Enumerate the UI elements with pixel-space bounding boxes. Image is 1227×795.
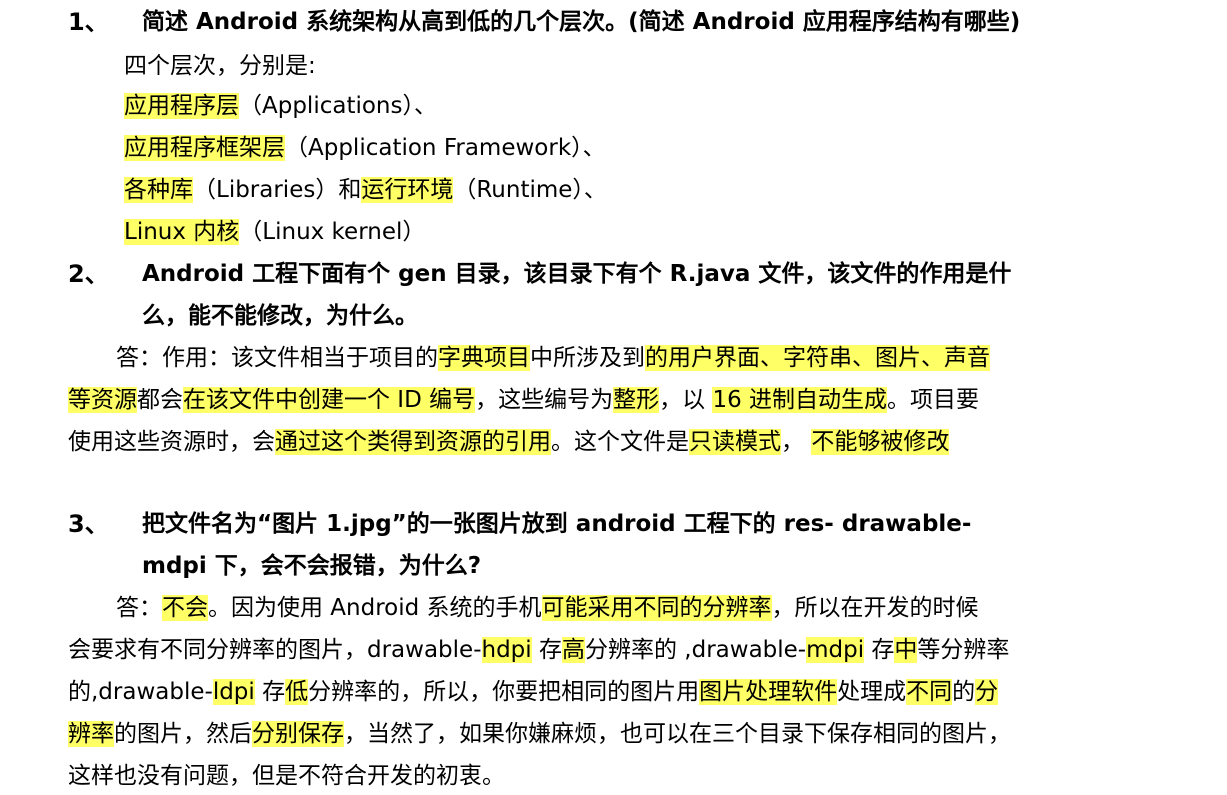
highlight: 低 bbox=[285, 679, 309, 705]
q2-answer-line-3: 使用这些资源时，会通过这个类得到资源的引用。这个文件是只读模式， 不能够被修改 bbox=[68, 429, 950, 455]
q2-title-line-2: 么，能不能修改，为什么。 bbox=[142, 303, 418, 329]
highlight: 16 进制自动生成 bbox=[712, 387, 888, 413]
highlight: 中 bbox=[894, 637, 918, 663]
q1-layer-2: 应用程序框架层（Application Framework）、 bbox=[124, 135, 606, 161]
highlight: ldpi bbox=[212, 679, 255, 705]
highlight: 辨率 bbox=[68, 721, 114, 747]
highlight: 整形 bbox=[613, 387, 660, 413]
q3-answer-line-4: 辨率的图片，然后分别保存，当然了，如果你嫌麻烦，也可以在三个目录下保存相同的图片… bbox=[68, 721, 1011, 747]
q3-answer-line-5: 这样也没有问题，但是不符合开发的初衷。 bbox=[68, 763, 505, 789]
q1-layer-3: 各种库（Libraries）和运行环境（Runtime）、 bbox=[124, 177, 607, 203]
highlight: 通过这个类得到资源的引用 bbox=[275, 429, 551, 455]
highlight: 等资源 bbox=[68, 387, 137, 413]
highlight: 在该文件中创建一个 ID 编号 bbox=[183, 387, 476, 413]
q3-title-line-1: 把文件名为“图片 1.jpg”的一张图片放到 android 工程下的 res-… bbox=[142, 511, 972, 537]
q3-number: 3、 bbox=[68, 510, 109, 538]
q3-answer-line-3: 的,drawable-ldpi 存低分辨率的，所以，你要把相同的图片用图片处理软… bbox=[68, 679, 999, 705]
highlight: 的用户界面、字符串、图片、声音 bbox=[645, 345, 990, 371]
highlight: 各种库 bbox=[124, 177, 193, 203]
highlight: hdpi bbox=[481, 637, 532, 663]
q1-title: 简述 Android 系统架构从高到低的几个层次。(简述 Android 应用程… bbox=[142, 9, 1021, 35]
highlight: 应用程序框架层 bbox=[124, 135, 285, 161]
q3-title-line-2: mdpi 下，会不会报错，为什么? bbox=[142, 553, 482, 579]
q3-answer-line-1: 答：不会。因为使用 Android 系统的手机可能采用不同的分辨率，所以在开发的… bbox=[116, 595, 979, 621]
q3-answer-line-2: 会要求有不同分辨率的图片，drawable-hdpi 存高分辨率的 ,drawa… bbox=[68, 637, 1010, 663]
highlight: 分 bbox=[975, 679, 999, 705]
q1-layer-1: 应用程序层（Applications）、 bbox=[124, 93, 437, 119]
q1-layer-4: Linux 内核（Linux kernel） bbox=[124, 219, 426, 245]
q1-intro: 四个层次，分别是: bbox=[124, 53, 316, 79]
highlight: 不会 bbox=[162, 595, 208, 621]
highlight: 不同 bbox=[906, 679, 953, 705]
document-page: 1、 简述 Android 系统架构从高到低的几个层次。(简述 Android … bbox=[0, 0, 1227, 795]
highlight: 不能够被修改 bbox=[811, 429, 950, 455]
highlight: 高 bbox=[561, 637, 585, 663]
highlight: 字典项目 bbox=[438, 345, 530, 371]
q2-title-line-1: Android 工程下面有个 gen 目录，该目录下有个 R.java 文件，该… bbox=[142, 261, 1012, 287]
highlight: 可能采用不同的分辨率 bbox=[541, 595, 772, 621]
highlight: 只读模式 bbox=[689, 429, 781, 455]
q2-answer-line-2: 等资源都会在该文件中创建一个 ID 编号，这些编号为整形，以 16 进制自动生成… bbox=[68, 387, 980, 413]
highlight: 应用程序层 bbox=[124, 93, 239, 119]
q2-answer-line-1: 答：作用：该文件相当于项目的字典项目中所涉及到的用户界面、字符串、图片、声音 bbox=[116, 345, 990, 371]
highlight: mdpi bbox=[806, 637, 865, 663]
highlight: 运行环境 bbox=[361, 177, 454, 203]
highlight: 分别保存 bbox=[252, 721, 344, 747]
highlight: 图片处理软件 bbox=[699, 679, 838, 705]
highlight: Linux 内核 bbox=[124, 219, 240, 245]
q1-number: 1、 bbox=[68, 8, 109, 36]
q2-number: 2、 bbox=[68, 260, 109, 288]
